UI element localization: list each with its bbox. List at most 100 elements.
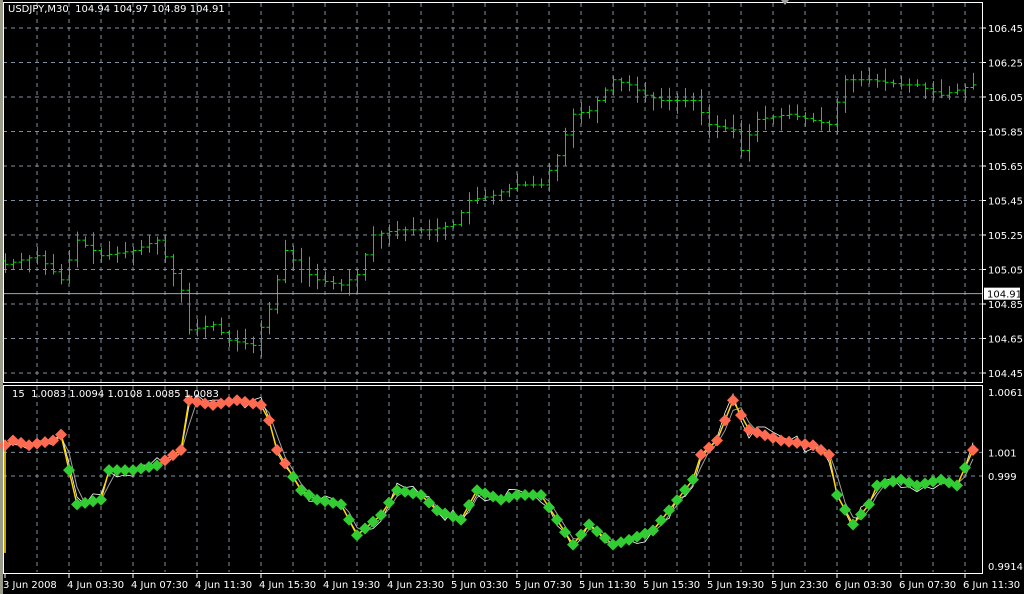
price-bar (858, 70, 865, 87)
price-bar (818, 107, 825, 131)
price-bar (642, 81, 649, 103)
price-axis-label: 105.05 (988, 266, 1023, 277)
price-axis-label: 106.45 (988, 24, 1023, 35)
price-bar (74, 231, 81, 268)
signal-diamond-down (839, 503, 851, 516)
price-bar (50, 254, 57, 275)
price-bar (114, 246, 121, 263)
price-bar (242, 328, 249, 350)
price-bar (346, 269, 353, 296)
price-bar (778, 108, 785, 131)
price-bar (754, 111, 761, 143)
price-bar (290, 245, 297, 271)
signal-diamond-up (735, 409, 747, 422)
price-bar (58, 264, 65, 285)
time-axis-label: 4 Jun 03:30 (67, 580, 124, 591)
price-bar (514, 173, 521, 192)
price-bar (306, 256, 313, 287)
price-bar (162, 234, 169, 263)
price-axis-label: 106.25 (988, 59, 1023, 70)
price-axis-label: 105.45 (988, 197, 1023, 208)
price-bar (426, 219, 433, 240)
price-bar (850, 74, 857, 93)
signal-diamond-down (343, 513, 355, 526)
price-bar (234, 330, 241, 352)
price-bar (810, 112, 817, 123)
price-bar (914, 79, 921, 87)
price-bar (698, 89, 705, 126)
price-bar (186, 282, 193, 335)
price-bar (402, 226, 409, 242)
price-bar (506, 183, 513, 198)
price-bar (138, 239, 145, 256)
price-bar (498, 189, 505, 202)
price-bar (970, 72, 977, 90)
open-value: 104.94 (75, 4, 111, 15)
price-bar (90, 232, 97, 264)
price-bar (586, 105, 593, 119)
price-bar (434, 218, 441, 243)
symbol-label: USDJPY,M30 (8, 4, 69, 15)
indicator-value: 1.0083 (31, 389, 67, 400)
signal-diamond-down (959, 461, 971, 474)
price-bar (946, 86, 953, 100)
price-axis-label: 104.85 (988, 300, 1023, 311)
price-bar (330, 275, 337, 290)
indicator-axis-label: 0.999 (988, 472, 1017, 483)
price-bar (938, 79, 945, 99)
time-axis-label: 5 Jun 03:30 (451, 580, 508, 591)
price-bar (466, 192, 473, 225)
time-axis-label: 6 Jun 11:30 (963, 580, 1020, 591)
signal-diamond-down (543, 501, 555, 514)
indicator-axis-label: 0.9914 (988, 562, 1023, 573)
price-bar (690, 92, 697, 111)
price-axis-label: 105.25 (988, 231, 1023, 242)
price-bar (106, 241, 113, 260)
price-bar (890, 79, 897, 88)
signal-diamond-down (63, 464, 75, 477)
price-bar (618, 77, 625, 92)
chart-window[interactable]: 106.45 106.25 106.05 105.85 105.65 105.45 105.… (0, 0, 1024, 594)
price-bar (762, 105, 769, 130)
price-bar (594, 97, 601, 124)
signal-diamond-down (383, 496, 395, 509)
price-bar (354, 269, 361, 294)
price-bar (474, 186, 481, 204)
price-bar (322, 271, 329, 284)
signal-diamond-down (287, 470, 299, 483)
high-value: 104.97 (113, 4, 149, 15)
indicator-line-main (4, 398, 974, 546)
price-bar (338, 278, 345, 292)
chart-canvas[interactable]: 106.45 106.25 106.05 105.85 105.65 105.45 105.… (0, 0, 1024, 594)
indicator-value: 1.0085 (145, 389, 181, 400)
current-price-label: 104.91 (987, 290, 1022, 301)
indicator-value: 1.0108 (107, 389, 143, 400)
price-bar (482, 189, 489, 202)
indicator-axis-label: 1.0061 (988, 388, 1023, 399)
low-value: 104.89 (151, 4, 187, 15)
signal-diamond-up (967, 443, 979, 456)
time-axis-label: 4 Jun 07:30 (131, 580, 188, 591)
price-bar (826, 120, 833, 132)
signal-diamond-down (95, 493, 107, 506)
price-bar (802, 112, 809, 127)
time-axis-label: 6 Jun 07:30 (899, 580, 956, 591)
price-bar (706, 104, 713, 139)
price-bar (450, 220, 457, 229)
price-axis-label: 105.85 (988, 128, 1023, 139)
price-axis-label: 106.05 (988, 93, 1023, 104)
price-bar (530, 175, 537, 188)
price-bar (898, 76, 905, 90)
price-bar (578, 102, 585, 124)
time-axis-label: 4 Jun 11:30 (195, 580, 252, 591)
price-bar (154, 236, 161, 255)
price-bar (522, 181, 529, 187)
indicator-value: 1.0083 (183, 389, 219, 400)
price-bar (650, 92, 657, 111)
price-bar (722, 119, 729, 131)
price-axis-label: 104.45 (988, 369, 1023, 380)
price-header: USDJPY,M30 104.94 104.97 104.89 104.91 (8, 4, 225, 15)
price-bar (786, 104, 793, 120)
price-bar (738, 120, 745, 157)
price-bar (298, 247, 305, 283)
